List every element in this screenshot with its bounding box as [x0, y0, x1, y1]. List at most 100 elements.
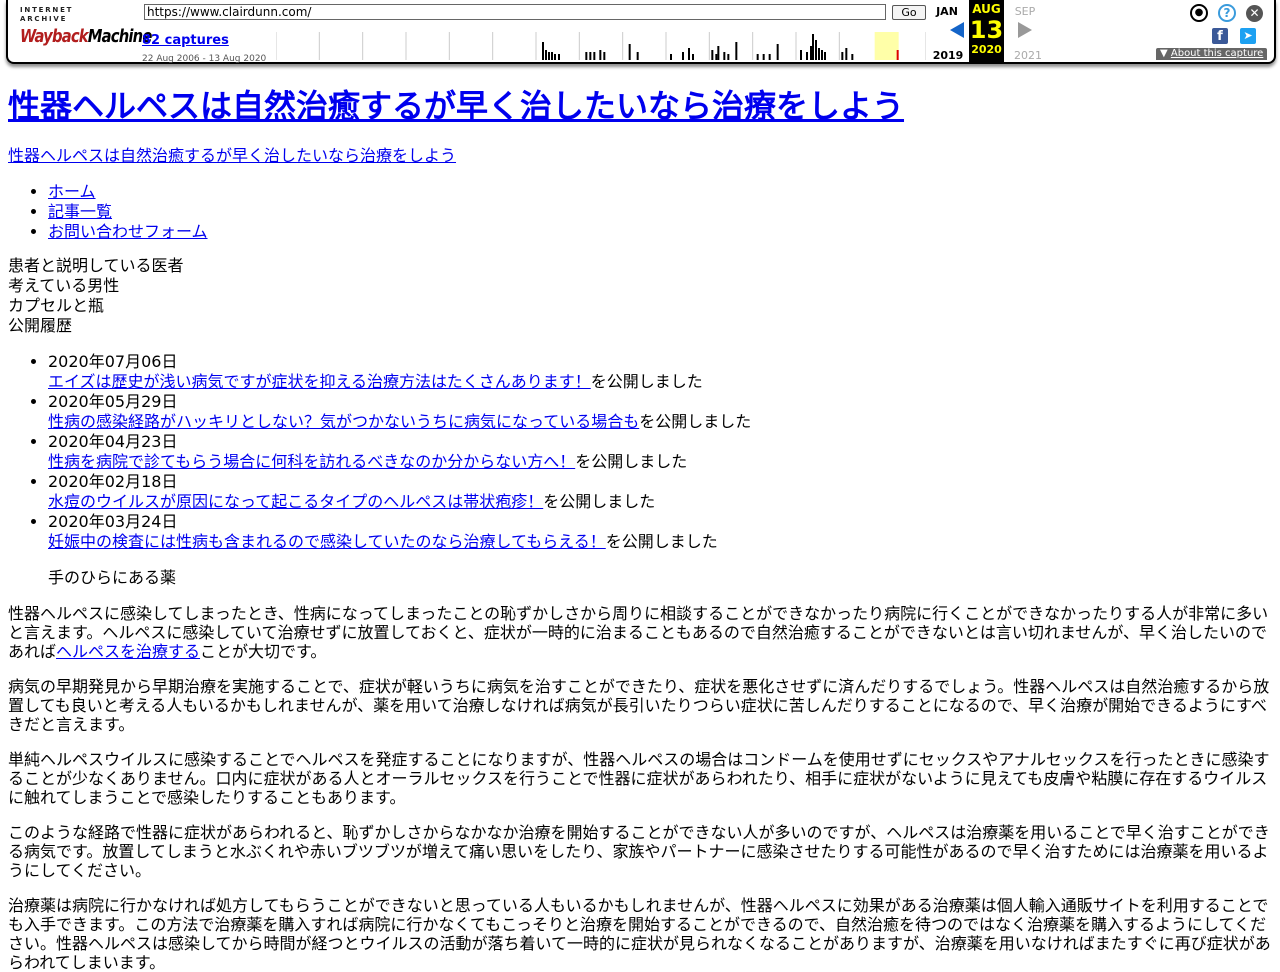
- nav-link-home[interactable]: ホーム: [48, 182, 96, 201]
- site-title: 性器ヘルペスは自然治癒するが早く治したいなら治療をしよう: [8, 86, 1272, 126]
- post-link[interactable]: エイズは歴史が浅い病気ですが症状を抑える治療方法はたくさんあります！: [48, 372, 591, 391]
- sparkline-capture-bar: [558, 54, 560, 60]
- go-button[interactable]: Go: [892, 5, 926, 20]
- sparkline-capture-bar: [851, 54, 854, 60]
- sparkline-capture-bar: [589, 52, 592, 60]
- next-year-label: 2021: [1014, 49, 1042, 62]
- post-link[interactable]: 性病の感染経路がハッキリとしない？気がつかないうちに病気になっている場合も: [48, 412, 639, 431]
- paragraph-text: ことが大切です。: [200, 642, 327, 661]
- list-item: 2020年03月24日妊娠中の検査には性病も含まれるので感染していたのなら治療し…: [48, 512, 1272, 552]
- sparkline-capture-bar: [756, 54, 759, 60]
- logo-internet-archive-text: INTERNET ARCHIVE: [20, 6, 74, 23]
- broken-image-man: 考えている男性: [8, 276, 1272, 296]
- current-capture-date: AUG 13 2020: [969, 0, 1004, 62]
- article-paragraph-3: 単純ヘルペスウイルスに感染することでヘルペスを発症することになりますが、性器ヘル…: [8, 750, 1270, 807]
- post-link[interactable]: 水痘のウイルスが原因になって起こるタイプのヘルペスは帯状疱疹！: [48, 492, 543, 511]
- sparkline-capture-bar: [727, 54, 730, 60]
- broken-image-capsules: カプセルと瓶: [8, 296, 1272, 316]
- help-icon[interactable]: ?: [1218, 4, 1236, 22]
- post-link[interactable]: 妊娠中の検査には性病も含まれるので感染していたのなら治療してもらえる！: [48, 532, 606, 551]
- sparkline-capture-bar: [762, 54, 765, 60]
- current-year: 2020: [971, 43, 1002, 56]
- article-paragraph-1: 性器ヘルペスに感染してしまったとき、性病になってしまったことの恥ずかしさから周り…: [8, 604, 1272, 661]
- nav-link-articles[interactable]: 記事一覧: [48, 202, 112, 221]
- sparkline-capture-bar: [692, 54, 694, 60]
- about-capture-toggle[interactable]: ▼ About this capture: [1156, 48, 1268, 60]
- sparkline-capture-bar: [824, 52, 826, 60]
- sparkline-capture-bar: [768, 54, 771, 60]
- sparkline-capture-bar: [812, 34, 814, 60]
- site-description: 性器ヘルペスは自然治癒するが早く治したいなら治療をしよう: [8, 146, 1272, 166]
- url-input[interactable]: [144, 4, 886, 20]
- twitter-icon[interactable]: ➤: [1240, 28, 1256, 44]
- sparkline-capture-bar: [821, 50, 823, 60]
- article-paragraph-2: 病気の早期発見から早期治療を実施することで、症状が軽いうちに病気を治すことができ…: [8, 677, 1270, 734]
- list-item: 2020年07月06日エイズは歴史が浅い病気ですが症状を抑える治療方法はたくさん…: [48, 352, 1272, 392]
- sparkline-capture-bar: [542, 42, 544, 60]
- image-alt-text: 患者と説明している医者: [8, 256, 184, 275]
- image-alt-text: 手のひらにある薬: [48, 568, 177, 587]
- herpes-treatment-link[interactable]: ヘルペスを治療する: [56, 642, 200, 661]
- post-suffix: を公開しました: [575, 452, 688, 471]
- sparkline-capture-bar: [715, 54, 718, 60]
- post-date: 2020年02月18日: [48, 472, 178, 491]
- sparkline-capture-bar: [806, 52, 808, 60]
- logo-wayback-text: WaybackMachine: [20, 24, 152, 50]
- user-icon[interactable]: ●: [1190, 4, 1208, 22]
- sparkline-capture-bar: [545, 50, 547, 60]
- nav-item-contact: お問い合わせフォーム: [48, 222, 1272, 242]
- list-item: 2020年05月29日性病の感染経路がハッキリとしない？気がつかないうちに病気に…: [48, 392, 1272, 432]
- sparkline-capture-bar: [585, 52, 588, 60]
- nav-link-contact[interactable]: お問い合わせフォーム: [48, 222, 208, 241]
- wayback-logo[interactable]: INTERNET ARCHIVE WaybackMachine: [20, 6, 152, 50]
- broken-image-doctor: 患者と説明している医者: [8, 256, 1272, 276]
- facebook-icon[interactable]: f: [1212, 28, 1228, 44]
- post-link[interactable]: 性病を病院で診てもらう場合に何科を訪れるべきなのか分からない方へ！: [48, 452, 575, 471]
- sparkline-capture-bar: [810, 46, 812, 60]
- post-date: 2020年03月24日: [48, 512, 178, 531]
- sparkline-capture-bar: [776, 44, 779, 60]
- sparkline-capture-bar: [551, 52, 553, 60]
- site-description-link[interactable]: 性器ヘルペスは自然治癒するが早く治したいなら治療をしよう: [8, 146, 456, 165]
- captures-link[interactable]: 82 captures: [142, 31, 229, 51]
- sparkline-capture-bar: [800, 50, 802, 60]
- current-day: 13: [969, 16, 1004, 44]
- sparkline-capture-bar: [554, 54, 556, 60]
- sparkline-capture-bar: [548, 52, 550, 60]
- list-item: 2020年02月18日水痘のウイルスが原因になって起こるタイプのヘルペスは帯状疱…: [48, 472, 1272, 512]
- main-nav: ホーム 記事一覧 お問い合わせフォーム: [8, 182, 1272, 242]
- wayback-toolbar: INTERNET ARCHIVE WaybackMachine Go 82 ca…: [6, 0, 1276, 64]
- close-icon[interactable]: ✕: [1246, 5, 1263, 22]
- post-date: 2020年04月23日: [48, 432, 178, 451]
- publish-history-list: 2020年07月06日エイズは歴史が浅い病気ですが症状を抑える治療方法はたくさん…: [8, 352, 1272, 552]
- site-title-link[interactable]: 性器ヘルペスは自然治癒するが早く治したいなら治療をしよう: [8, 87, 904, 125]
- about-capture-link[interactable]: About this capture: [1171, 48, 1263, 59]
- post-date: 2020年05月29日: [48, 392, 178, 411]
- sparkline-current-year-highlight: [874, 32, 899, 60]
- sparkline-capture-bar: [841, 52, 844, 60]
- post-suffix: を公開しました: [543, 492, 656, 511]
- next-capture-arrow-icon: [1018, 22, 1032, 38]
- sparkline-capture-bar: [815, 40, 817, 60]
- sparkline-capture-bar: [628, 44, 631, 60]
- article-paragraph-4: このような経路で性器に症状があらわれると、恥ずかしさからなかなか治療を開始するこ…: [8, 823, 1270, 880]
- sparkline-capture-bar: [636, 52, 639, 60]
- header-images: 患者と説明している医者 考えている男性 カプセルと瓶 公開履歴: [8, 256, 1272, 336]
- sparkline-capture-bar: [603, 52, 606, 60]
- captures-sparkline[interactable]: [276, 32, 926, 60]
- prev-month-label[interactable]: JAN: [930, 2, 964, 22]
- calendar-nav: JAN AUG 13 2020 SEP 2019 2021: [930, 0, 1042, 62]
- sparkline-capture-bar: [682, 52, 684, 60]
- capture-range: 22 Aug 2006 - 13 Aug 2020: [142, 54, 267, 64]
- nav-item-articles: 記事一覧: [48, 202, 1272, 222]
- logo-wayback-a: Wayback: [20, 26, 89, 47]
- broken-image-medicine: 手のひらにある薬: [48, 568, 1272, 588]
- prev-capture-arrow-icon[interactable]: [950, 22, 964, 38]
- sparkline-capture-bar: [593, 52, 596, 60]
- image-alt-text: カプセルと瓶: [8, 296, 105, 315]
- sparkline-capture-bar: [717, 46, 720, 60]
- archived-page: 性器ヘルペスは自然治癒するが早く治したいなら治療をしよう 性器ヘルペスは自然治癒…: [8, 86, 1272, 972]
- post-suffix: を公開しました: [590, 372, 703, 391]
- sparkline-capture-bar: [711, 50, 714, 60]
- prev-year-label[interactable]: 2019: [930, 46, 966, 66]
